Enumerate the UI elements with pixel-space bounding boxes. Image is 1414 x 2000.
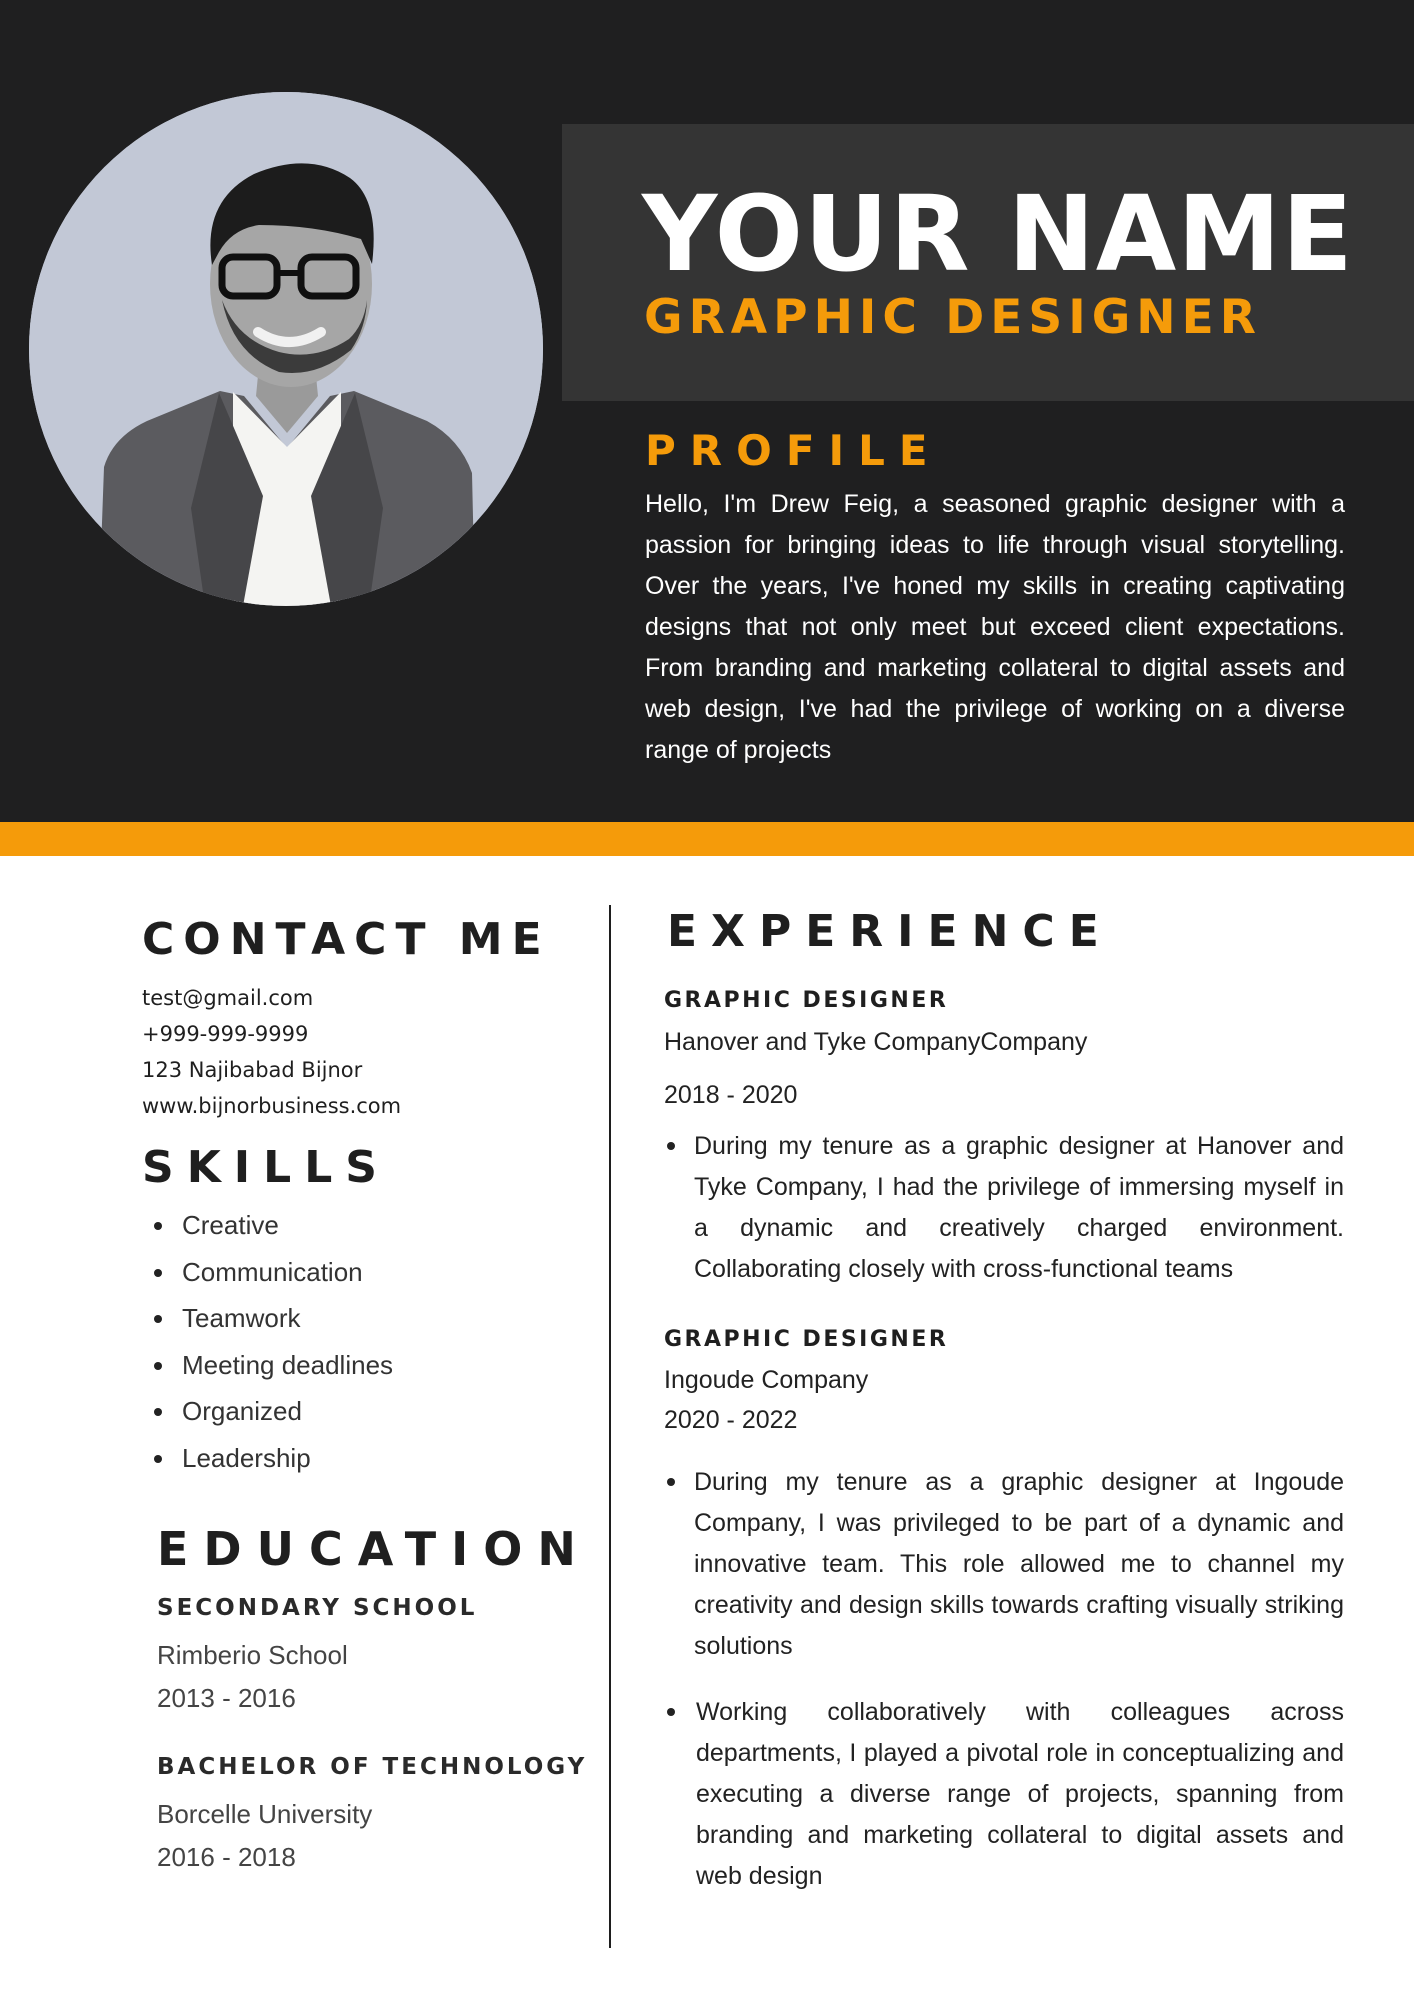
- contact-list: test@gmail.com +999-999-9999 123 Najibab…: [142, 980, 401, 1124]
- contact-email: test@gmail.com: [142, 986, 314, 1010]
- person-portrait-icon: [29, 92, 543, 606]
- skill-item: Organized: [142, 1388, 393, 1435]
- education-title: BACHELOR OF TECHNOLOGY: [157, 1754, 588, 1780]
- contact-phone: +999-999-9999: [142, 1022, 309, 1046]
- experience-heading: EXPERIENCE: [667, 906, 1113, 957]
- profile-photo: [29, 92, 543, 606]
- skill-item: Creative: [142, 1202, 393, 1249]
- experience-company: Ingoude Company: [664, 1366, 869, 1394]
- bullet-dot-icon: [667, 1708, 675, 1716]
- education-years: 2016 - 2018: [157, 1842, 296, 1872]
- profile-description: Hello, I'm Drew Feig, a seasoned graphic…: [645, 490, 1345, 764]
- contact-website: www.bijnorbusiness.com: [142, 1094, 402, 1118]
- skills-list: Creative Communication Teamwork Meeting …: [142, 1202, 393, 1481]
- experience-bullet: During my tenure as a graphic designer a…: [694, 1132, 1344, 1283]
- education-title: SECONDARY SCHOOL: [157, 1595, 478, 1621]
- contact-address: 123 Najibabad Bijnor: [142, 1058, 363, 1082]
- bullet-dot-icon: [667, 1478, 675, 1486]
- experience-years: 2018 - 2020: [664, 1081, 798, 1109]
- accent-stripe: [0, 822, 1414, 856]
- resume-name: YOUR NAME: [642, 173, 1354, 295]
- experience-bullet: During my tenure as a graphic designer a…: [694, 1468, 1344, 1660]
- experience-title: GRAPHIC DESIGNER: [664, 1327, 949, 1352]
- profile-heading: PROFILE: [645, 426, 942, 475]
- experience-bullet: Working collaboratively with colleagues …: [696, 1698, 1344, 1890]
- experience-title: GRAPHIC DESIGNER: [664, 988, 949, 1013]
- skills-heading: SKILLS: [142, 1142, 390, 1193]
- skill-item: Communication: [142, 1249, 393, 1296]
- education-heading: EDUCATION: [157, 1522, 591, 1576]
- skill-item: Leadership: [142, 1435, 393, 1482]
- education-school: Rimberio School: [157, 1640, 348, 1670]
- experience-company: Hanover and Tyke CompanyCompany: [664, 1028, 1088, 1056]
- resume-job-title: GRAPHIC DESIGNER: [644, 290, 1262, 345]
- experience-years: 2020 - 2022: [664, 1406, 798, 1434]
- content-divider: [609, 905, 611, 1948]
- contact-heading: CONTACT ME: [142, 914, 551, 965]
- resume-page: YOUR NAME GRAPHIC DESIGNER PROFILE Hello…: [0, 0, 1414, 2000]
- education-years: 2013 - 2016: [157, 1683, 296, 1713]
- skill-item: Teamwork: [142, 1295, 393, 1342]
- education-school: Borcelle University: [157, 1799, 373, 1829]
- bullet-dot-icon: [667, 1142, 675, 1150]
- skill-item: Meeting deadlines: [142, 1342, 393, 1389]
